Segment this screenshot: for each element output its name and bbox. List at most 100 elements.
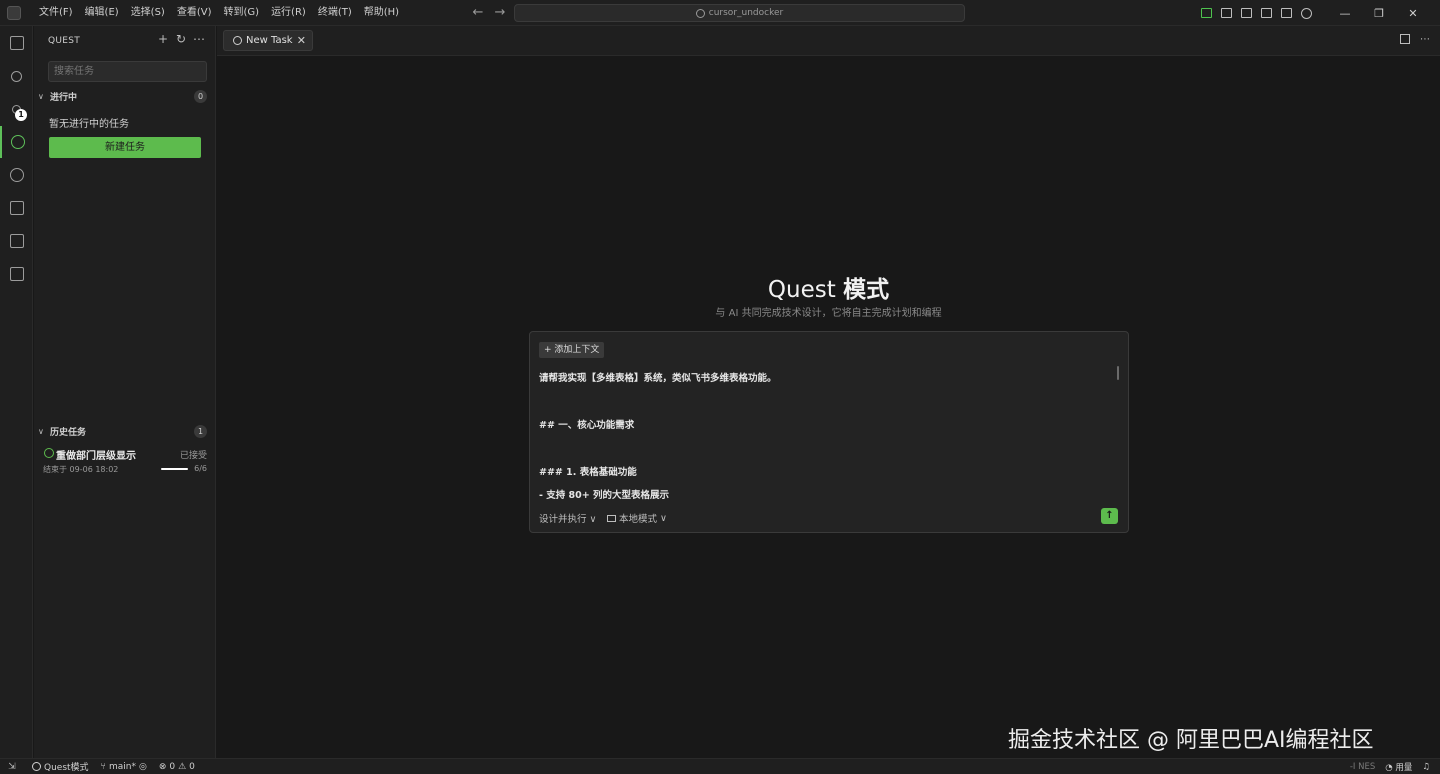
quest-mode-status[interactable]: Quest模式 <box>32 760 89 773</box>
navigation-arrows: ← → <box>470 4 508 22</box>
prompt-composer: + 添加上下文 请帮我实现【多维表格】系统，类似飞书多维表格功能。 ## 一、核… <box>529 331 1129 533</box>
monitor-icon <box>607 514 616 522</box>
prompt-line: ### 1. 表格基础功能 <box>539 467 637 478</box>
prompt-line: 请帮我实现【多维表格】系统，类似飞书多维表格功能。 <box>539 373 777 384</box>
new-task-button[interactable]: 新建任务 <box>49 137 201 158</box>
empty-tasks-text: 暂无进行中的任务 <box>49 119 129 130</box>
mode-label: 设计并执行 <box>539 514 587 525</box>
close-window-button[interactable]: ✕ <box>1396 0 1430 26</box>
quest-icon[interactable] <box>0 126 33 158</box>
page-subtitle: 与 AI 共同完成技术设计，它将自主完成计划和编程 <box>715 308 942 319</box>
history-task-name: 重做部门层级显示 <box>56 451 136 462</box>
title-right-controls: — ❐ ✕ <box>1196 0 1430 26</box>
restore-button[interactable]: ❐ <box>1362 0 1396 26</box>
branch-status[interactable]: ⑂ main* ◎ <box>101 762 147 772</box>
add-context-button[interactable]: + 添加上下文 <box>539 342 605 358</box>
remote-indicator-icon[interactable]: ⇲ <box>0 759 24 774</box>
history-task-progress-count: 6/6 <box>194 464 207 473</box>
notifications-bell-icon[interactable]: ♫ <box>1422 762 1430 772</box>
chevron-down-icon: ∨ <box>38 426 44 436</box>
warning-count: 0 <box>189 761 195 772</box>
menu-go[interactable]: 转到(G) <box>218 0 266 26</box>
title-en: Quest <box>767 277 836 303</box>
history-count-badge: 1 <box>194 424 207 438</box>
tab-label: New Task <box>246 35 293 46</box>
search-icon[interactable] <box>0 60 33 92</box>
split-editor-icon[interactable] <box>1400 34 1410 44</box>
menu-help[interactable]: 帮助(H) <box>358 0 405 26</box>
sidebar-title: QUEST <box>48 36 81 46</box>
chevron-down-icon: ∨ <box>589 514 597 525</box>
history-task-progress-bar <box>161 468 188 470</box>
status-bar: ⇲ Quest模式 ⑂ main* ◎ ⊗ 0 ⚠ 0 -I NES ◔ 用量 ♫ <box>0 758 1440 774</box>
search-icon <box>695 8 705 18</box>
refresh-icon[interactable]: ↻ <box>175 32 187 46</box>
history-task-item[interactable]: 重做部门层级显示 已接受 结束于 09-06 18:02 6/6 <box>34 444 216 478</box>
extensions-icon[interactable] <box>0 258 33 290</box>
quest-editor: Quest 模式 与 AI 共同完成技术设计，它将自主完成计划和编程 + 添加上… <box>217 57 1440 758</box>
editor-actions: ⋯ <box>1400 34 1430 45</box>
source-control-icon[interactable]: 1 <box>0 93 33 125</box>
run-debug-icon[interactable] <box>0 192 33 224</box>
close-icon[interactable]: ✕ <box>297 34 306 47</box>
forward-arrow-icon[interactable]: → <box>492 4 508 22</box>
command-center-label: cursor_undocker <box>708 8 784 18</box>
branch-label: main* <box>108 761 136 772</box>
sidebar-actions: + ↻ ⋯ <box>157 32 205 46</box>
history-task-time: 结束于 09-06 18:02 <box>43 465 119 474</box>
environment-dropdown[interactable]: 本地模式 ∨ <box>607 511 667 525</box>
composer-scrollbar[interactable] <box>1117 366 1119 380</box>
usage-icon: ◔ <box>1385 763 1393 773</box>
problems-status[interactable]: ⊗ 0 ⚠ 0 <box>159 762 195 772</box>
menu-run[interactable]: 运行(R) <box>265 0 312 26</box>
mode-dropdown[interactable]: 设计并执行 ∨ <box>539 511 597 525</box>
menu-file[interactable]: 文件(F) <box>33 0 79 26</box>
history-section-header[interactable]: ∨ 历史任务 1 <box>34 423 216 439</box>
task-search-input[interactable] <box>48 61 207 82</box>
menu-selection[interactable]: 选择(S) <box>125 0 171 26</box>
chevron-down-icon: ∨ <box>660 512 667 524</box>
command-center[interactable]: cursor_undocker <box>514 4 965 22</box>
in-progress-section-header[interactable]: ∨ 进行中 0 <box>34 88 216 104</box>
explorer-icon[interactable] <box>0 27 33 59</box>
app-logo-icon <box>7 5 21 20</box>
watermark: 掘金技术社区 @ 阿里巴巴AI编程社区 <box>1008 728 1374 753</box>
prompt-line: - 支持 80+ 列的大型表格展示 <box>539 490 670 501</box>
minimize-button[interactable]: — <box>1328 0 1362 26</box>
layout-customize-icon[interactable] <box>1216 3 1236 23</box>
source-control-badge: 1 <box>15 109 27 121</box>
history-task-status: 已接受 <box>179 451 207 461</box>
back-arrow-icon[interactable]: ← <box>470 4 486 22</box>
toggle-panel-icon[interactable] <box>1256 3 1276 23</box>
menu-view[interactable]: 查看(V) <box>171 0 218 26</box>
toggle-primary-sidebar-icon[interactable] <box>1236 3 1256 23</box>
account-icon[interactable] <box>1296 3 1316 23</box>
quest-status-icon <box>32 762 41 771</box>
title-bar: 文件(F) 编辑(E) 选择(S) 查看(V) 转到(G) 运行(R) 终端(T… <box>0 0 1440 26</box>
quest-sidebar: QUEST + ↻ ⋯ ∨ 进行中 0 暂无进行中的任务 新建任务 ∨ 历史任务… <box>34 26 216 758</box>
remote-explorer-icon[interactable] <box>0 225 33 257</box>
menu-terminal[interactable]: 终端(T) <box>312 0 358 26</box>
title-zh: 模式 <box>843 277 890 303</box>
toggle-secondary-sidebar-icon[interactable] <box>1276 3 1296 23</box>
gift-icon[interactable] <box>1196 3 1216 23</box>
progress-fill <box>161 468 188 470</box>
menu-edit[interactable]: 编辑(E) <box>79 0 125 26</box>
add-icon[interactable]: + <box>157 32 169 46</box>
activity-bar: 1 <box>0 26 33 758</box>
agents-icon[interactable] <box>0 159 33 191</box>
send-button[interactable]: ↑ <box>1101 508 1118 524</box>
sync-icon: ◎ <box>138 761 147 772</box>
prompt-line: ## 一、核心功能需求 <box>539 420 635 431</box>
more-icon[interactable]: ⋯ <box>1420 34 1430 45</box>
error-count: 0 <box>169 761 176 772</box>
usage-status[interactable]: ◔ 用量 <box>1385 761 1412 773</box>
tab-new-task[interactable]: New Task ✕ <box>223 30 313 51</box>
in-progress-label: 进行中 <box>50 92 78 103</box>
editor-tab-bar: New Task ✕ ⋯ <box>217 26 1440 56</box>
quest-tab-icon <box>233 36 242 45</box>
nes-status[interactable]: -I NES <box>1350 762 1375 772</box>
page-title: Quest 模式 <box>217 270 1440 304</box>
more-icon[interactable]: ⋯ <box>193 32 205 46</box>
git-branch-icon: ⑂ <box>100 761 106 772</box>
